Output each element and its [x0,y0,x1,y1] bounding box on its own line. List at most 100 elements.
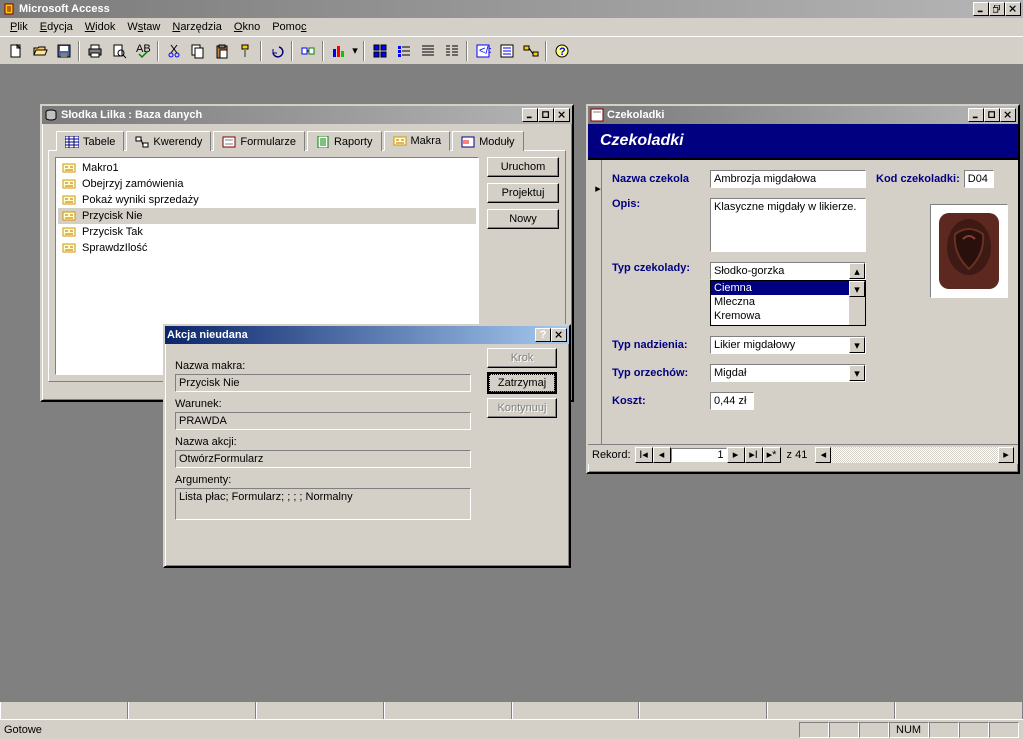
action-name-field: OtwórzFormularz [175,450,471,468]
mdi-client-area: Słodka Lilka : Baza danych Tabele Kweren… [0,64,1023,701]
step-button[interactable]: Krok [487,348,557,368]
app-titlebar: Microsoft Access [0,0,1023,18]
code-field[interactable] [964,170,994,188]
chevron-down-icon[interactable]: ▾ [849,365,865,381]
mdi-taskbar [0,701,1023,719]
form-minimize-button[interactable] [968,108,984,122]
analyze-dropdown-icon[interactable]: ▾ [350,40,360,62]
app-close-button[interactable] [1005,2,1021,16]
tab-tabele[interactable]: Tabele [56,131,124,151]
menu-widok[interactable]: Widok [79,20,122,34]
db-minimize-button[interactable] [522,108,538,122]
list-item-selected[interactable]: Przycisk Nie [58,208,476,224]
new-record-button[interactable]: ▸* [763,447,781,463]
paste-icon[interactable] [210,40,233,62]
undo-icon[interactable] [265,40,288,62]
spellcheck-icon[interactable]: ABC [131,40,154,62]
name-field[interactable] [710,170,866,188]
last-record-button[interactable]: ▸I [745,447,763,463]
form-titlebar[interactable]: Czekoladki [588,106,1018,124]
copy-icon[interactable] [186,40,209,62]
continue-button[interactable]: Kontynuuj [487,398,557,418]
horizontal-scrollbar[interactable]: ◂ ▸ [815,447,1014,463]
format-painter-icon[interactable] [234,40,257,62]
menu-okno[interactable]: Okno [228,20,266,34]
prev-record-button[interactable]: ◂ [653,447,671,463]
cut-icon[interactable] [162,40,185,62]
run-button[interactable]: Uruchom [487,157,559,177]
filling-combobox[interactable]: Likier migdałowy ▾ [710,336,866,354]
dialog-help-button[interactable]: ? [535,328,551,342]
list-icon[interactable] [416,40,439,62]
next-record-button[interactable]: ▸ [727,447,745,463]
tab-kwerendy[interactable]: Kwerendy [126,131,211,151]
menu-narzedzia[interactable]: Narzędzia [166,20,228,34]
chevron-down-icon[interactable]: ▾ [849,337,865,353]
halt-button[interactable]: Zatrzymaj [487,372,557,394]
list-item[interactable]: Pokaż wyniki sprzedaży [58,192,476,208]
code-icon[interactable]: </> [471,40,494,62]
dialog-close-button[interactable] [551,328,567,342]
new-icon[interactable] [4,40,27,62]
nuts-combobox[interactable]: Migdał ▾ [710,364,866,382]
status-cell [929,722,959,738]
analyze-icon[interactable] [327,40,350,62]
tab-formularze[interactable]: Formularze [213,131,305,151]
preview-icon[interactable] [107,40,130,62]
tab-raporty[interactable]: Raporty [307,131,382,151]
menu-wstaw[interactable]: Wstaw [121,20,166,34]
chevron-up-icon[interactable]: ▴ [849,263,865,279]
db-close-button[interactable] [554,108,570,122]
dropdown-option[interactable]: Mleczna [711,295,865,309]
label-arguments: Argumenty: [175,474,559,486]
print-icon[interactable] [83,40,106,62]
details-icon[interactable] [440,40,463,62]
dropdown-option[interactable]: Ciemna [711,281,865,295]
list-item[interactable]: Przycisk Tak [58,224,476,240]
menu-pomoc[interactable]: Pomoc [266,20,312,34]
label-cost: Koszt: [612,395,710,407]
open-icon[interactable] [28,40,51,62]
chevron-down-icon[interactable]: ▾ [849,281,865,297]
tab-makra[interactable]: Makra [384,131,451,151]
db-maximize-button[interactable] [538,108,554,122]
form-icon [590,108,604,122]
cost-field[interactable] [710,392,754,410]
small-icons-icon[interactable] [392,40,415,62]
record-navigator: Rekord: I◂ ◂ ▸ ▸I ▸* z 41 ◂ ▸ [588,444,1018,464]
type-dropdown-list[interactable]: Ciemna Mleczna Kremowa ▾ [710,280,866,326]
dialog-title: Akcja nieudana [167,329,535,341]
record-number-field[interactable] [671,448,727,462]
office-links-icon[interactable] [296,40,319,62]
new-button[interactable]: Nowy [487,209,559,229]
first-record-button[interactable]: I◂ [635,447,653,463]
svg-text:ABC: ABC [136,43,151,55]
properties-icon[interactable] [495,40,518,62]
list-item[interactable]: SprawdzIlość [58,240,476,256]
form-maximize-button[interactable] [984,108,1000,122]
access-icon [2,2,16,16]
status-cell [989,722,1019,738]
dropdown-option[interactable]: Kremowa [711,309,865,323]
menu-edycja[interactable]: Edycja [34,20,79,34]
relationships-icon[interactable] [519,40,542,62]
save-icon[interactable] [52,40,75,62]
desc-field[interactable] [710,198,866,252]
large-icons-icon[interactable] [368,40,391,62]
app-restore-button[interactable] [989,2,1005,16]
tab-moduly[interactable]: Moduły [452,131,523,151]
list-item[interactable]: Obejrzyj zamówienia [58,176,476,192]
db-titlebar[interactable]: Słodka Lilka : Baza danych [42,106,572,124]
form-close-button[interactable] [1000,108,1016,122]
scroll-right-icon[interactable]: ▸ [998,447,1014,463]
help-icon[interactable]: ? [550,40,573,62]
design-button[interactable]: Projektuj [487,183,559,203]
menu-plik[interactable]: Plik [4,20,34,34]
scroll-left-icon[interactable]: ◂ [815,447,831,463]
list-item[interactable]: Makro1 [58,160,476,176]
app-minimize-button[interactable] [973,2,989,16]
macro-name-field: Przycisk Nie [175,374,471,392]
dialog-titlebar[interactable]: Akcja nieudana ? [165,326,569,344]
database-icon [44,108,58,122]
type-combobox[interactable]: Słodko-gorzka ▴ [710,262,866,280]
